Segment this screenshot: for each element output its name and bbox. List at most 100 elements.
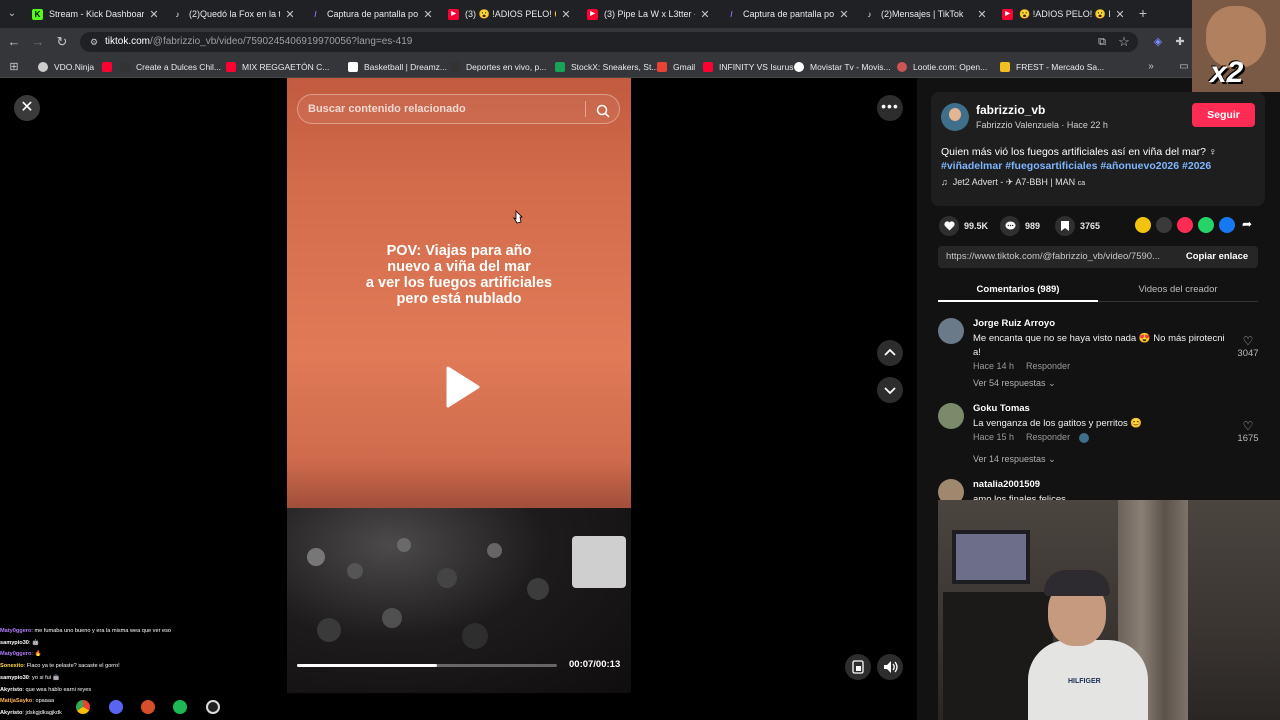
tab-lightshot[interactable]: / Captura de pantalla por Lightshot ✕ xyxy=(310,2,434,26)
facebook-icon[interactable] xyxy=(1219,217,1235,233)
share-arrow-icon[interactable]: ➦ xyxy=(1242,217,1252,231)
tab-kick-dashboard[interactable]: K Stream - Kick Dashboard ✕ xyxy=(32,2,160,26)
engagement-row: 99.5K 989 3765 ➦ xyxy=(939,216,1269,236)
hashtags[interactable]: #viñadelmar #fuegosartificiales #añonuev… xyxy=(941,160,1211,172)
related-search-input[interactable]: Buscar contenido relacionado xyxy=(297,94,620,124)
comment-button[interactable]: 989 xyxy=(1000,216,1040,236)
follow-button[interactable]: Seguir xyxy=(1192,103,1255,127)
reply-button[interactable]: Responder xyxy=(1026,432,1070,442)
folder-icon[interactable]: ▭ xyxy=(1176,59,1192,75)
bookmark-dulces[interactable]: Create a Dulces Chil... xyxy=(120,60,221,74)
close-video-button[interactable]: ✕ xyxy=(14,95,40,121)
bookmark-basketball[interactable]: Basketball | Dreamz... xyxy=(348,60,447,74)
tab-lightshot-2[interactable]: / Captura de pantalla por L ✕ xyxy=(726,2,850,26)
previous-video-button[interactable] xyxy=(877,340,903,366)
commenter-avatar[interactable] xyxy=(938,403,964,429)
next-video-button[interactable] xyxy=(877,377,903,403)
music-title: Jet2 Advert - ✈ A7-BBH | MAN xyxy=(952,177,1076,187)
play-icon[interactable] xyxy=(444,366,480,413)
spotify-icon[interactable] xyxy=(173,700,187,714)
send-icon[interactable] xyxy=(1177,217,1193,233)
close-icon[interactable]: ✕ xyxy=(1114,8,1126,21)
tab-list-icon[interactable]: ⌄ xyxy=(4,6,20,22)
install-app-icon[interactable]: ⧉ xyxy=(1094,34,1110,50)
view-replies-button[interactable]: Ver 14 respuestas ⌄ xyxy=(973,454,1056,465)
steam-icon[interactable] xyxy=(206,700,220,714)
bookmark-star-icon[interactable]: ☆ xyxy=(1116,34,1132,50)
comment-like-button[interactable]: ♡ 1675 xyxy=(1233,419,1263,444)
bookmark-deportes[interactable]: Deportes en vivo, p... xyxy=(450,60,546,74)
lightshot-icon: / xyxy=(314,9,317,19)
share-link-text[interactable]: https://www.tiktok.com/@fabrizzio_vb/vid… xyxy=(946,251,1171,262)
bookmark-gmail[interactable]: Gmail xyxy=(657,60,695,74)
new-tab-plus-icon[interactable]: + xyxy=(1135,5,1151,21)
url-bar[interactable]: ⚙ tiktok.com/@fabrizzio_vb/video/7590245… xyxy=(80,32,1138,52)
like-button[interactable]: 99.5K xyxy=(939,216,988,236)
copy-link-button[interactable]: Copiar enlace xyxy=(1176,246,1258,268)
view-replies-button[interactable]: Ver 54 respuestas ⌄ xyxy=(973,378,1056,389)
chat-text: : 🤖 xyxy=(28,639,39,646)
bookmark-frest[interactable]: FREST - Mercado Sa... xyxy=(1000,60,1104,74)
repost-icon[interactable] xyxy=(1135,217,1151,233)
video-progress-bar[interactable] xyxy=(297,664,557,667)
extension-icon[interactable]: ◈ xyxy=(1150,34,1166,50)
bookmark-stockx[interactable]: StockX: Sneakers, St... xyxy=(555,60,658,74)
extensions-puzzle-icon[interactable]: ✚ xyxy=(1172,34,1188,50)
bookmark-youtube[interactable] xyxy=(102,60,118,74)
more-bookmarks-icon[interactable]: » xyxy=(1143,59,1159,75)
close-icon[interactable]: ✕ xyxy=(422,8,434,21)
tab-tiktok-fox[interactable]: ♪ (2)Quedó la Fox en la torre ✕ xyxy=(172,2,296,26)
reload-icon[interactable]: ↻ xyxy=(54,34,70,50)
discord-icon[interactable] xyxy=(109,700,123,714)
tab-title: Stream - Kick Dashboard xyxy=(49,9,144,19)
commenter-avatar[interactable] xyxy=(938,318,964,344)
reply-button[interactable]: Responder xyxy=(1026,361,1070,371)
creator-avatar[interactable] xyxy=(941,103,969,131)
commenter-name[interactable]: Jorge Ruiz Arroyo xyxy=(973,318,1055,329)
gmail-icon xyxy=(657,62,667,72)
commenter-name[interactable]: natalia2001509 xyxy=(973,479,1040,490)
close-icon[interactable]: ✕ xyxy=(838,8,850,21)
search-icon[interactable] xyxy=(596,101,610,129)
video-player[interactable]: Buscar contenido relacionado POV: Viajas… xyxy=(287,78,631,693)
music-row[interactable]: ♫ Jet2 Advert - ✈ A7-BBH | MAN ca xyxy=(941,177,1085,188)
forward-arrow-icon[interactable]: → xyxy=(30,34,46,50)
save-button[interactable]: 3765 xyxy=(1055,216,1100,236)
close-icon[interactable]: ✕ xyxy=(148,8,160,21)
whatsapp-icon[interactable] xyxy=(1198,217,1214,233)
chat-message: samypio30: 🤖 xyxy=(0,638,210,650)
mouse-cursor-icon xyxy=(512,210,523,229)
comment-meta: Hace 15 h Responder xyxy=(973,432,1089,443)
tab-youtube-pipe[interactable]: ▶ (3) Pipe La W x L3tter - M ✕ xyxy=(587,2,711,26)
bookmark-lootie[interactable]: Lootie.com: Open... xyxy=(897,60,987,74)
site-settings-icon[interactable]: ⚙ xyxy=(86,34,102,50)
bookmark-movistar[interactable]: Movistar Tv - Movis... xyxy=(794,60,891,74)
bookmark-mix-reggaeton[interactable]: MIX REGGAETÓN C... xyxy=(226,60,329,74)
commenter-name[interactable]: Goku Tomas xyxy=(973,403,1030,414)
tab-youtube-adios-pelo[interactable]: ▶ (3) 😮 !ADIOS PELO! 😮 ✕ xyxy=(448,2,572,26)
mini-player-button[interactable] xyxy=(845,654,871,680)
bookmark-vdo-ninja[interactable]: VDO.Ninja xyxy=(38,60,94,74)
embed-icon[interactable] xyxy=(1156,217,1172,233)
tab-comments[interactable]: Comentarios (989) xyxy=(938,284,1098,295)
apps-grid-icon[interactable]: ⊞ xyxy=(6,59,22,75)
bookmark-infinity[interactable]: INFINITY VS Isurus xyxy=(703,60,793,74)
close-icon[interactable]: ✕ xyxy=(699,8,711,21)
obs-icon[interactable] xyxy=(141,700,155,714)
tiktok-icon: ♪ xyxy=(867,9,872,19)
close-icon[interactable]: ✕ xyxy=(560,8,572,21)
tab-youtube-adios-pelo-2[interactable]: ▶ 😮 !ADIOS PELO! 😮 El p ✕ xyxy=(1002,2,1126,26)
volume-button[interactable] xyxy=(877,654,903,680)
back-arrow-icon[interactable]: ← xyxy=(6,34,22,50)
close-icon[interactable]: ✕ xyxy=(284,8,296,21)
more-options-button[interactable]: ••• xyxy=(877,95,903,121)
chevron-down-icon xyxy=(884,387,896,395)
tab-creator-videos[interactable]: Videos del creador xyxy=(1098,284,1258,295)
tab-title: (3) 😮 !ADIOS PELO! 😮 xyxy=(465,8,556,19)
comment-like-button[interactable]: ♡ 3047 xyxy=(1233,334,1263,359)
tab-tiktok-mensajes[interactable]: ♪ (2)Mensajes | TikTok ✕ xyxy=(864,2,988,26)
bookmark-label: Gmail xyxy=(673,62,696,72)
chrome-icon[interactable] xyxy=(76,700,90,714)
creator-username[interactable]: fabrizzio_vb xyxy=(976,103,1045,117)
close-icon[interactable]: ✕ xyxy=(976,8,988,21)
